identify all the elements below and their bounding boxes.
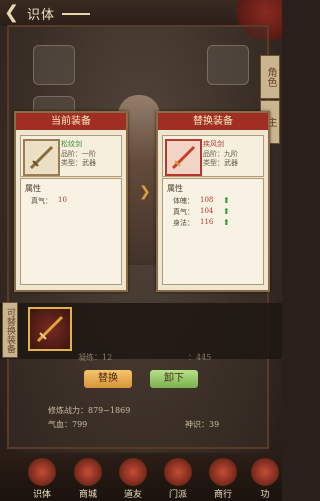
attribute-row: 真气： 104 ⬆ [173, 207, 230, 217]
equip-slot-3[interactable] [207, 45, 249, 85]
page-title: 识体 [27, 8, 56, 23]
attributes-title: 属性 [25, 184, 41, 193]
back-arrow-icon[interactable]: ❮ [4, 3, 24, 23]
nav-label: 商城 [78, 490, 97, 500]
info-hp: 气血：799 [48, 420, 88, 429]
nav-icon [251, 458, 279, 486]
current-item-type: 类型：武器 [61, 159, 96, 167]
replacement-item-type: 类型：武器 [203, 159, 238, 167]
replacement-item-name: 疾风剑 [203, 140, 224, 148]
current-attributes: 属性 真气： 10 [20, 178, 122, 285]
bag-item-sword[interactable] [28, 307, 72, 351]
attribute-value: 116 [200, 218, 214, 226]
nav-label: 功 [260, 490, 270, 500]
replace-button[interactable]: 替换 [84, 370, 132, 388]
attribute-row: 身法： 116 ⬆ [173, 218, 230, 228]
sword-icon [36, 315, 64, 343]
nav-label: 门派 [168, 490, 187, 500]
replacement-equipment-heading: 替换装备 [158, 113, 268, 130]
attribute-value: 10 [58, 196, 67, 204]
attributes-title: 属性 [167, 184, 183, 193]
info-damage: 修炼战力：879~1869 [48, 406, 131, 415]
sword-icon [165, 139, 202, 176]
increase-arrow-icon: ⬆ [223, 207, 230, 216]
attribute-value: 104 [200, 207, 214, 215]
tab-role[interactable]: 角色 [260, 55, 280, 99]
attribute-name: 体魄： [173, 197, 194, 205]
replacement-equipment-panel: 替换装备 疾风剑 品阶：九阶 类型：武器 属性 体魄： 108 ⬆ 真气： 10… [156, 111, 270, 292]
nav-label: 道友 [123, 490, 142, 500]
title-divider [62, 13, 90, 15]
nav-item-6[interactable]: 功 [245, 458, 285, 500]
replacement-item-card: 疾风剑 品阶：九阶 类型：武器 [162, 135, 264, 177]
current-item-name: 松纹剑 [61, 140, 82, 148]
nav-item-5[interactable]: 商行 [203, 458, 243, 500]
current-equipment-panel: 当前装备 松纹剑 品阶：一阶 类型：武器 属性 真气： 10 [14, 111, 128, 292]
tab-replaceable-equipment[interactable]: 可替换装备 [2, 302, 18, 358]
nav-icon [28, 458, 56, 486]
current-item-card: 松纹剑 品阶：一阶 类型：武器 [20, 135, 122, 177]
nav-item-2[interactable]: 商城 [68, 458, 108, 500]
unequip-button[interactable]: 卸下 [150, 370, 198, 388]
current-equipment-heading: 当前装备 [16, 113, 126, 130]
nav-item-1[interactable]: 识体 [22, 458, 62, 500]
attribute-value: 108 [200, 196, 214, 204]
nav-item-4[interactable]: 门派 [158, 458, 198, 500]
compare-arrow-icon: ❯ [139, 184, 151, 200]
nav-label: 商行 [213, 490, 232, 500]
info-partial-right: ：445 [188, 353, 212, 362]
info-partial-left: 凝练：12 [78, 353, 113, 362]
attribute-name: 真气： [31, 197, 52, 205]
increase-arrow-icon: ⬆ [223, 196, 230, 205]
nav-icon [164, 458, 192, 486]
equip-slot-weapon[interactable] [33, 45, 75, 85]
nav-icon [74, 458, 102, 486]
replacement-attributes: 属性 体魄： 108 ⬆ 真气： 104 ⬆ 身法： 116 ⬆ [162, 178, 264, 285]
nav-icon [119, 458, 147, 486]
increase-arrow-icon: ⬆ [223, 218, 230, 227]
attribute-row: 真气： 10 [31, 196, 67, 206]
nav-icon [209, 458, 237, 486]
sword-icon [23, 139, 60, 176]
info-lifespan: 神识：39 [185, 420, 220, 429]
attribute-name: 身法： [173, 219, 194, 227]
attribute-row: 体魄： 108 ⬆ [173, 196, 230, 206]
nav-item-3[interactable]: 道友 [113, 458, 153, 500]
attribute-name: 真气： [173, 208, 194, 216]
nav-label: 识体 [32, 490, 51, 500]
